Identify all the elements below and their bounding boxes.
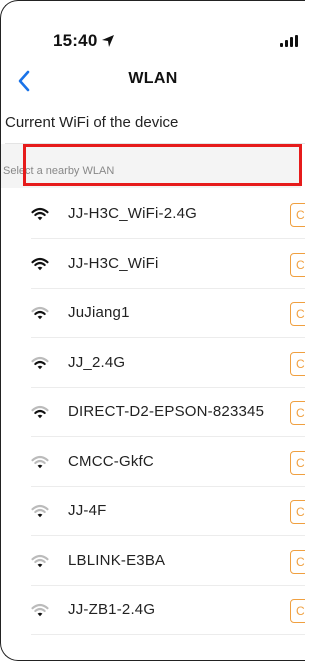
wifi-network-row[interactable]: JJ-H3C_WiFi C (1, 241, 305, 289)
wifi-ssid: JJ_2.4G (68, 353, 126, 371)
status-time: 15:40 (53, 31, 98, 50)
wifi-signal-icon (31, 554, 49, 567)
wifi-signal-icon (31, 306, 49, 320)
wifi-signal-icon (31, 207, 49, 221)
page-title: WLAN (128, 70, 178, 87)
connect-button[interactable]: C (290, 450, 305, 475)
wifi-signal-icon (31, 603, 49, 617)
wifi-network-row[interactable]: JJ-ZB1-2.4G C (1, 587, 305, 635)
wifi-ssid: JJ-H3C_WiFi (68, 254, 159, 272)
wifi-network-row[interactable]: DIRECT-D2-EPSON-823345 C (1, 389, 305, 437)
wifi-network-row[interactable]: JJ-4F C (1, 488, 305, 536)
wifi-signal-icon (31, 455, 49, 468)
wifi-network-row[interactable]: LBLINK-E3BA C (1, 538, 305, 586)
connect-button[interactable]: C (290, 500, 305, 524)
location-arrow-icon (102, 35, 114, 47)
row-divider (31, 238, 305, 239)
wifi-network-row[interactable]: JJ-H3C_WiFi-2.4G C (1, 191, 305, 239)
row-divider (31, 634, 305, 635)
connect-button[interactable]: C (290, 302, 305, 326)
row-divider (31, 485, 305, 487)
wifi-ssid: JuJiang1 (68, 304, 130, 321)
row-divider (31, 535, 305, 536)
wifi-ssid: JJ-4F (68, 502, 107, 519)
row-divider (31, 386, 305, 388)
wifi-ssid: CMCC-GkfC (68, 452, 154, 470)
cellular-signal-icon (280, 35, 302, 47)
highlight-box (23, 144, 302, 186)
row-divider (31, 337, 305, 338)
wifi-ssid: JJ-H3C_WiFi-2.4G (68, 205, 198, 222)
row-divider (31, 584, 305, 586)
wifi-signal-icon (31, 257, 49, 270)
connect-button[interactable]: C (290, 252, 305, 277)
wifi-network-row[interactable]: JuJiang1 C (1, 290, 305, 338)
connect-button[interactable]: C (290, 351, 305, 376)
connect-button[interactable]: C (290, 203, 305, 227)
current-wifi-label: Current WiFi of the device (5, 114, 179, 131)
row-divider (31, 436, 305, 437)
connect-button[interactable]: C (290, 599, 305, 623)
wifi-ssid: LBLINK-E3BA (68, 551, 166, 569)
connect-button[interactable]: C (290, 549, 305, 574)
wifi-network-row[interactable]: JJ_2.4G C (1, 340, 305, 388)
wifi-ssid: JJ-ZB1-2.4G (68, 601, 156, 618)
status-bar: 15:40 (1, 1, 305, 61)
wifi-network-row[interactable]: CMCC-GkfC C (1, 439, 305, 487)
phone-screen: 15:40 WLAN Current WiFi of the device Se… (0, 0, 305, 661)
connect-button[interactable]: C (290, 401, 305, 425)
wifi-signal-icon (31, 504, 49, 518)
row-divider (31, 287, 305, 289)
wifi-signal-icon (31, 356, 49, 369)
wifi-signal-icon (31, 405, 49, 419)
wifi-ssid: DIRECT-D2-EPSON-823345 (68, 403, 265, 420)
navigation-bar: WLAN (1, 61, 305, 101)
